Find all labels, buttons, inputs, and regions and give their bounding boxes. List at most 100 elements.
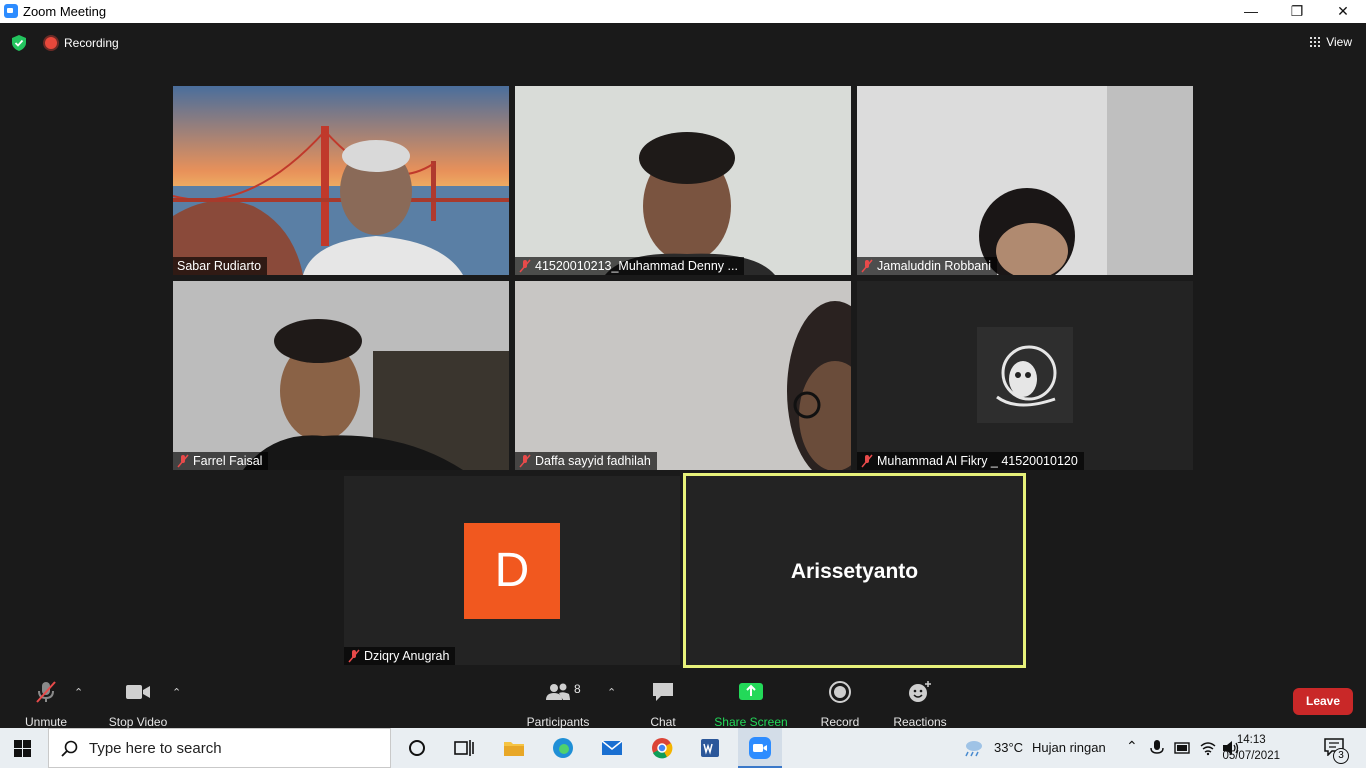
record-button[interactable]: Record — [818, 680, 862, 729]
video-tile-alfikry[interactable]: Muhammad Al Fikry _ 41520010120 — [857, 281, 1193, 470]
participant-name: Farrel Faisal — [193, 454, 263, 468]
window-title: Zoom Meeting — [23, 4, 107, 19]
video-tile-denny[interactable]: 41520010213_Muhammad Denny ... — [515, 86, 851, 275]
video-options-chevron-icon[interactable]: ⌃ — [172, 686, 181, 699]
battery-icon[interactable] — [1174, 741, 1192, 755]
unmute-button[interactable]: Unmute — [24, 680, 68, 729]
taskbar-clock[interactable]: 14:13 05/07/2021 — [1222, 732, 1280, 764]
taskbar-search-box[interactable]: Type here to search — [48, 728, 391, 768]
participant-nametag: Daffa sayyid fadhilah — [515, 452, 657, 470]
view-button[interactable]: View — [1310, 35, 1352, 49]
stop-video-button[interactable]: Stop Video — [109, 680, 167, 729]
search-placeholder: Type here to search — [89, 740, 222, 757]
participant-name: Daffa sayyid fadhilah — [535, 454, 651, 468]
search-icon — [61, 740, 78, 757]
weather-description[interactable]: Hujan ringan — [1032, 740, 1106, 755]
muted-mic-icon — [348, 649, 360, 663]
participant-name: 41520010213_Muhammad Denny ... — [535, 259, 738, 273]
weather-rain-icon — [965, 741, 982, 757]
participant-nametag: 41520010213_Muhammad Denny ... — [515, 257, 744, 275]
video-tile-sabar[interactable]: Sabar Rudiarto — [173, 86, 509, 275]
reactions-button[interactable]: Reactions — [893, 680, 947, 729]
video-tile-dziqry[interactable]: D Dziqry Anugrah — [344, 476, 680, 665]
wifi-icon[interactable] — [1200, 740, 1216, 756]
camera-feed — [515, 281, 851, 470]
participant-nametag: Jamaluddin Robbani — [857, 257, 997, 275]
meeting-top-bar: Recording View — [0, 23, 1366, 63]
muted-mic-icon — [861, 454, 873, 468]
recording-label[interactable]: Recording — [64, 36, 119, 50]
video-camera-icon — [126, 685, 150, 699]
record-icon — [829, 681, 851, 703]
avatar: D — [464, 523, 560, 619]
participant-name: Jamaluddin Robbani — [877, 259, 991, 273]
security-shield-icon[interactable] — [12, 35, 26, 51]
notification-center-button[interactable]: 3 — [1324, 738, 1349, 764]
mic-muted-icon — [36, 681, 56, 703]
chat-button[interactable]: Chat — [641, 680, 685, 729]
zoom-app-icon — [4, 4, 18, 18]
video-tile-daffa[interactable]: Daffa sayyid fadhilah — [515, 281, 851, 470]
participants-count-badge: 8 — [574, 682, 581, 696]
golden-gate-background — [173, 86, 509, 275]
reactions-smiley-icon — [909, 681, 931, 702]
recording-icon — [45, 37, 57, 49]
word-icon[interactable] — [698, 736, 722, 760]
participants-button[interactable]: 8 Participants — [527, 680, 590, 729]
muted-mic-icon — [519, 454, 531, 468]
video-tile-farrel[interactable]: Farrel Faisal — [173, 281, 509, 470]
share-screen-label: Share Screen — [714, 715, 788, 729]
participant-nametag: Farrel Faisal — [173, 452, 269, 470]
participant-nametag: Muhammad Al Fikry _ 41520010120 — [857, 452, 1084, 470]
file-explorer-icon[interactable] — [502, 736, 526, 760]
camera-feed — [515, 86, 851, 275]
grid-icon — [1310, 37, 1321, 47]
stop-video-label: Stop Video — [108, 715, 168, 729]
video-tile-active-speaker[interactable]: Arissetyanto — [683, 473, 1026, 668]
weather-temperature[interactable]: 33°C — [994, 740, 1023, 755]
muted-mic-icon — [861, 259, 873, 273]
task-view-icon[interactable] — [452, 736, 476, 760]
chat-bubble-icon — [653, 683, 673, 701]
video-tile-jamaluddin[interactable]: Jamaluddin Robbani — [857, 86, 1193, 275]
profile-picture — [977, 327, 1073, 423]
participant-name: Dziqry Anugrah — [364, 649, 450, 663]
participant-nametag: Dziqry Anugrah — [344, 647, 456, 665]
record-label: Record — [820, 715, 860, 729]
reactions-label: Reactions — [893, 715, 947, 729]
leave-button[interactable]: Leave — [1293, 688, 1353, 715]
edge-browser-icon[interactable] — [551, 736, 575, 760]
clock-time: 14:13 — [1236, 734, 1266, 746]
camera-feed — [857, 86, 1193, 275]
cortana-icon[interactable] — [405, 736, 429, 760]
participants-options-chevron-icon[interactable]: ⌃ — [607, 686, 616, 699]
mail-icon[interactable] — [600, 736, 624, 760]
chrome-icon[interactable] — [650, 736, 674, 760]
minimize-button[interactable]: — — [1228, 0, 1274, 23]
muted-mic-icon — [177, 454, 189, 468]
share-screen-icon — [739, 683, 763, 700]
unmute-label: Unmute — [24, 715, 68, 729]
windows-start-icon[interactable] — [14, 740, 31, 757]
chat-label: Chat — [650, 715, 676, 729]
participant-name: Sabar Rudiarto — [177, 259, 262, 273]
participant-name: Muhammad Al Fikry _ 41520010120 — [877, 454, 1078, 468]
participants-label: Participants — [526, 715, 590, 729]
restore-button[interactable]: ❐ — [1274, 0, 1320, 23]
share-screen-button[interactable]: Share Screen — [714, 680, 788, 729]
camera-feed — [173, 281, 509, 470]
windows-taskbar: Type here to search 33°C Hujan ringan ⌃ … — [0, 728, 1366, 768]
title-bar: Zoom Meeting — ❐ ✕ — [0, 0, 1366, 23]
meeting-toolbar: Unmute ⌃ Stop Video ⌃ 8 Participants ⌃ C… — [0, 672, 1366, 729]
participant-nametag: Sabar Rudiarto — [173, 257, 268, 275]
participants-icon — [546, 683, 570, 700]
zoom-taskbar-button[interactable] — [738, 728, 782, 768]
muted-mic-icon — [519, 259, 531, 273]
participant-name: Arissetyanto — [790, 560, 919, 583]
zoom-app-icon — [749, 737, 771, 759]
close-button[interactable]: ✕ — [1320, 0, 1366, 23]
audio-options-chevron-icon[interactable]: ⌃ — [74, 686, 83, 699]
microphone-tray-icon[interactable] — [1150, 740, 1164, 756]
clock-date: 05/07/2021 — [1222, 750, 1280, 762]
tray-overflow-chevron-icon[interactable]: ⌃ — [1126, 738, 1138, 755]
